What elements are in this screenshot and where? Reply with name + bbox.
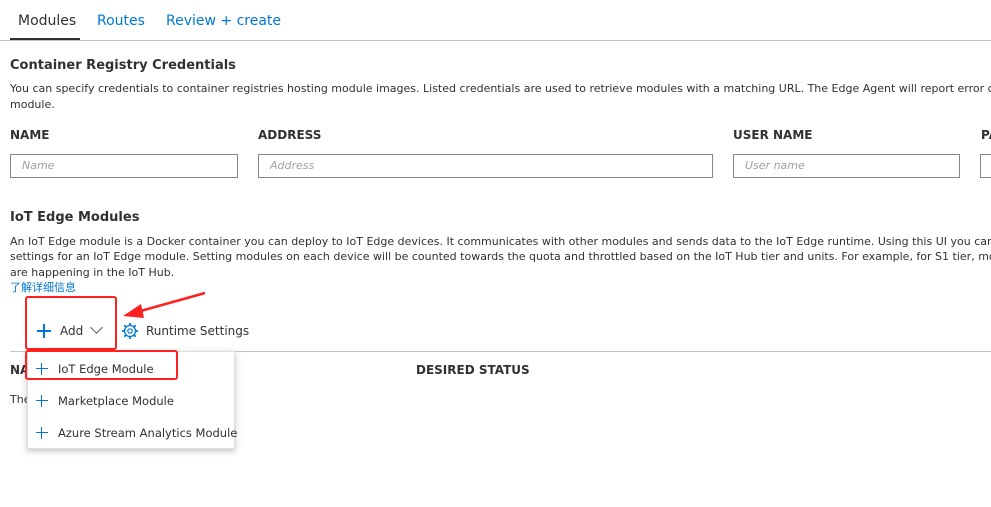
menu-item-label: Azure Stream Analytics Module — [58, 426, 238, 440]
gear-icon[interactable] — [121, 322, 139, 340]
menu-item-label: Marketplace Module — [58, 394, 174, 408]
registry-password-input[interactable] — [980, 154, 991, 178]
annotation-arrow-icon — [123, 291, 206, 318]
registry-description-line2: module. — [10, 98, 55, 111]
modules-description-line3: are happening in the IoT Hub. — [10, 266, 175, 279]
plus-icon — [36, 427, 48, 439]
tab-review-create[interactable]: Review + create — [166, 12, 281, 30]
learn-more-link[interactable]: 了解详细信息 — [10, 280, 76, 295]
registry-username-input[interactable]: User name — [733, 154, 960, 178]
modules-description-line1: An IoT Edge module is a Docker container… — [10, 235, 991, 248]
runtime-settings-button[interactable]: Runtime Settings — [146, 324, 249, 338]
menu-item-marketplace-module[interactable]: Marketplace Module — [28, 386, 234, 416]
desired-status-column-header: DESIRED STATUS — [416, 363, 530, 377]
registry-name-input[interactable]: Name — [10, 154, 238, 178]
password-column-header: PA — [981, 128, 991, 142]
tab-routes[interactable]: Routes — [97, 12, 145, 30]
plus-icon — [36, 395, 48, 407]
iot-edge-module-highlight-annotation — [25, 350, 178, 380]
modules-section-title: IoT Edge Modules — [10, 210, 140, 225]
registry-description-line1: You can specify credentials to container… — [10, 82, 991, 95]
tab-modules[interactable]: Modules — [18, 12, 76, 30]
registry-section-title: Container Registry Credentials — [10, 58, 236, 73]
address-column-header: ADDRESS — [258, 128, 322, 142]
registry-address-input[interactable]: Address — [258, 154, 713, 178]
name-column-header: NAME — [10, 128, 50, 142]
add-button-highlight-annotation — [25, 296, 117, 350]
tabs-divider — [0, 40, 991, 41]
menu-item-stream-analytics-module[interactable]: Azure Stream Analytics Module — [28, 418, 238, 448]
modules-description-line2: settings for an IoT Edge module. Setting… — [10, 250, 991, 263]
username-column-header: USER NAME — [733, 128, 813, 142]
